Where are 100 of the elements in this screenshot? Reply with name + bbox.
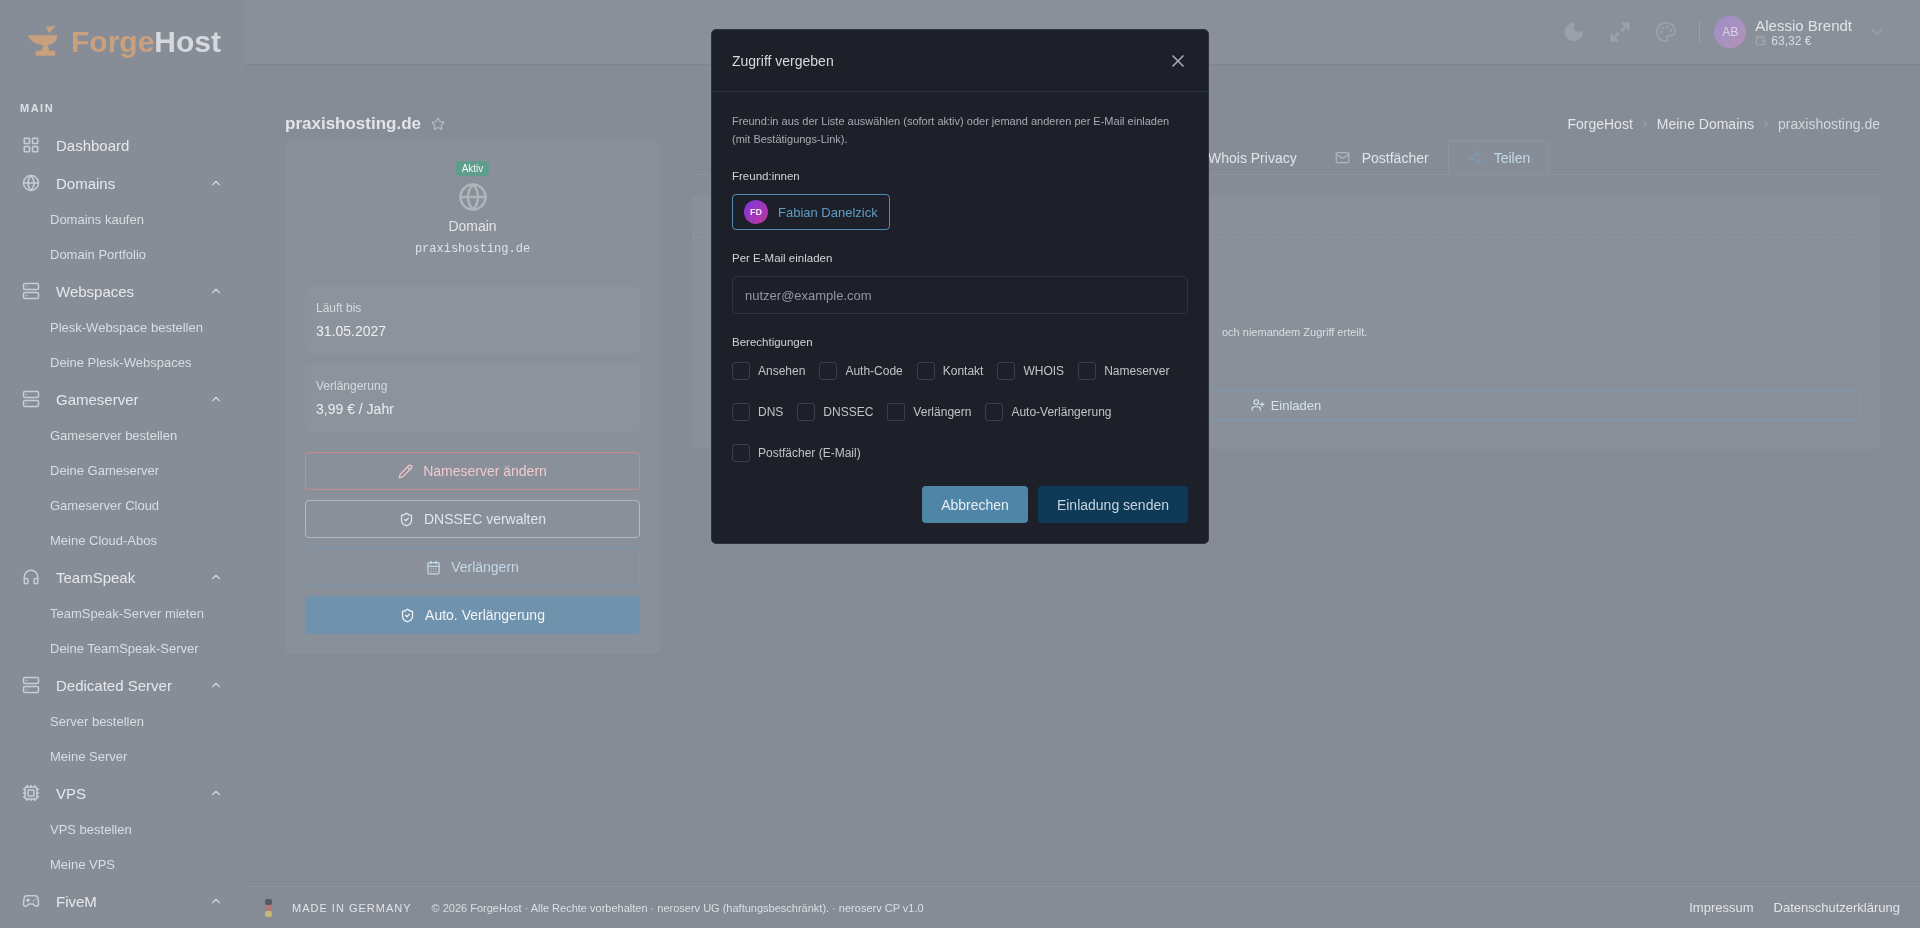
sidebar-subitem[interactable]: Plesk-Webspace bestellen	[0, 310, 245, 345]
sidebar-item[interactable]: Webspaces	[0, 272, 245, 310]
breadcrumb-link[interactable]: Meine Domains	[1656, 116, 1755, 132]
user-avatar[interactable]: AB	[1714, 16, 1747, 48]
tab[interactable]: Postfächer	[1315, 140, 1448, 174]
section-label: MAIN	[20, 102, 56, 114]
info-label: Verlängerung	[316, 379, 389, 393]
permission-checkbox[interactable]: Nameserver	[1078, 362, 1170, 380]
sidebar-subitem[interactable]: Deine Plesk-Webspaces	[0, 345, 245, 380]
checkbox[interactable]	[985, 403, 1004, 421]
friend-chip[interactable]: FD Fabian Danelzick	[732, 194, 890, 230]
checkbox[interactable]	[997, 362, 1016, 380]
globe-icon	[457, 182, 488, 212]
action-button[interactable]: DNSSEC verwalten	[305, 500, 640, 538]
user-name: Alessio Brendt	[1755, 16, 1852, 34]
footer-link[interactable]: Impressum	[1689, 900, 1754, 915]
sidebar-item[interactable]: Dashboard	[0, 126, 245, 164]
checkbox-label: WHOIS	[1023, 364, 1065, 378]
sidebar-item[interactable]: Dedicated Server	[0, 666, 245, 704]
shield-icon	[398, 511, 414, 527]
flag-icon	[265, 898, 272, 917]
headphones-icon	[22, 568, 40, 586]
field-label: Berechtigungen	[732, 336, 814, 348]
checkbox[interactable]	[732, 362, 750, 380]
server-icon	[22, 282, 40, 300]
user-plus-icon	[1250, 398, 1265, 412]
checkbox-label: Auth-Code	[845, 364, 903, 378]
sidebar-item[interactable]: VPS	[0, 774, 245, 812]
brand-logo-text: ForgeHost	[71, 25, 221, 59]
checkbox-label: DNSSEC	[823, 405, 874, 419]
chip-icon	[22, 784, 40, 802]
permission-checkbox[interactable]: Ansehen	[732, 362, 806, 380]
breadcrumb-link[interactable]: ForgeHost	[1567, 116, 1633, 132]
checkbox[interactable]	[916, 362, 935, 380]
sidebar-item[interactable]: Gameserver	[0, 380, 245, 418]
sidebar-subitem[interactable]: Deine Gameserver	[0, 453, 245, 488]
send-button[interactable]: Einladung senden	[1037, 486, 1188, 523]
permission-checkbox[interactable]: Postfächer (E-Mail)	[732, 444, 861, 462]
sidebar-item[interactable]: TeamSpeak	[0, 558, 245, 596]
dialog-intro: Freund:in aus der Liste auswählen (sofort aktiv) oder jemand anderen per E-Mail einladen (mit Bestätigungs-Link).	[732, 114, 1171, 147]
checkbox-label: Kontakt	[942, 364, 984, 378]
pencil-icon	[398, 463, 414, 479]
checkbox-label: Verlängern	[913, 405, 972, 419]
share-icon	[1466, 150, 1482, 165]
page-title: praxishosting.de	[285, 114, 422, 134]
empty-text: och niemandem Zugriff erteilt.	[1221, 326, 1369, 338]
sidebar-subitem[interactable]: VPS bestellen	[0, 812, 245, 847]
checkbox-label: Ansehen	[758, 364, 806, 378]
email-input-field[interactable]: nutzer@example.com	[732, 276, 1188, 314]
checkbox[interactable]	[797, 403, 816, 421]
sidebar-subitem[interactable]: Deine TeamSpeak-Server	[0, 631, 245, 666]
server-icon	[22, 390, 40, 408]
sidebar-item[interactable]: Domains	[0, 164, 245, 202]
gamepad-icon	[22, 892, 40, 910]
tab[interactable]: Teilen	[1447, 140, 1550, 174]
checkbox[interactable]	[732, 444, 750, 462]
action-button[interactable]: Auto. Verlängerung	[305, 596, 640, 634]
balance-text: 63,32 €	[1771, 33, 1812, 48]
sidebar-subitem[interactable]: Meine VPS	[0, 847, 245, 882]
action-button[interactable]: Nameserver ändern	[305, 452, 640, 490]
sidebar-subitem[interactable]: Domain Portfolio	[0, 237, 245, 272]
action-button[interactable]: Verlängern	[305, 548, 640, 586]
cancel-button[interactable]: Abbrechen	[922, 486, 1028, 523]
sidebar-subitem[interactable]: Meine Cloud-Abos	[0, 523, 245, 558]
permission-checkbox[interactable]: DNSSEC	[797, 403, 874, 421]
domain-name: praxishosting.de	[414, 242, 531, 256]
permission-checkbox[interactable]: DNS	[732, 403, 784, 421]
info-label: Läuft bis	[316, 301, 363, 315]
sidebar-subitem[interactable]: Server bestellen	[0, 704, 245, 739]
field-label: Freund:innen	[732, 170, 801, 182]
checkbox[interactable]	[732, 403, 750, 421]
checkbox[interactable]	[1078, 362, 1097, 380]
permission-checkbox[interactable]: Auto-Verlängerung	[985, 403, 1112, 421]
envelope-icon	[1334, 150, 1350, 165]
sidebar-subitem[interactable]: Gameserver Cloud	[0, 488, 245, 523]
checkbox-label: DNS	[758, 405, 784, 419]
permission-checkbox[interactable]: Verlängern	[887, 403, 972, 421]
made-in-label: MADE IN GERMANY	[292, 901, 412, 914]
sidebar-subitem[interactable]: Meine Server	[0, 739, 245, 774]
permission-checkbox[interactable]: Auth-Code	[819, 362, 903, 380]
checkbox-label: Auto-Verlängerung	[1011, 405, 1112, 419]
sidebar-subitem[interactable]: TeamSpeak-Server mieten	[0, 596, 245, 631]
sidebar-subitem[interactable]: Domains kaufen	[0, 202, 245, 237]
wallet-icon	[1755, 35, 1767, 46]
permission-checkbox[interactable]: WHOIS	[997, 362, 1065, 380]
sidebar-subitem[interactable]: Gameserver bestellen	[0, 418, 245, 453]
field-label: Per E-Mail einladen	[732, 252, 834, 264]
copyright-text: © 2026 ForgeHost · Alle Rechte vorbehalten · neroserv UG (haftungsbeschränkt). · neroserv CP v1.0	[431, 901, 925, 914]
checkbox[interactable]	[887, 403, 906, 421]
star-icon[interactable]	[431, 117, 446, 131]
calendar-icon	[426, 559, 442, 575]
server-icon	[22, 676, 40, 694]
permission-checkbox[interactable]: Kontakt	[916, 362, 984, 380]
footer-link[interactable]: Datenschutzerklärung	[1773, 900, 1900, 915]
checkbox[interactable]	[819, 362, 838, 380]
sidebar-item[interactable]: FiveM	[0, 882, 245, 920]
dialog-title: Zugriff vergeben	[732, 52, 834, 69]
friend-avatar: FD	[744, 200, 768, 224]
grid-icon	[22, 136, 40, 154]
info-value: 3,99 € / Jahr	[316, 401, 395, 417]
